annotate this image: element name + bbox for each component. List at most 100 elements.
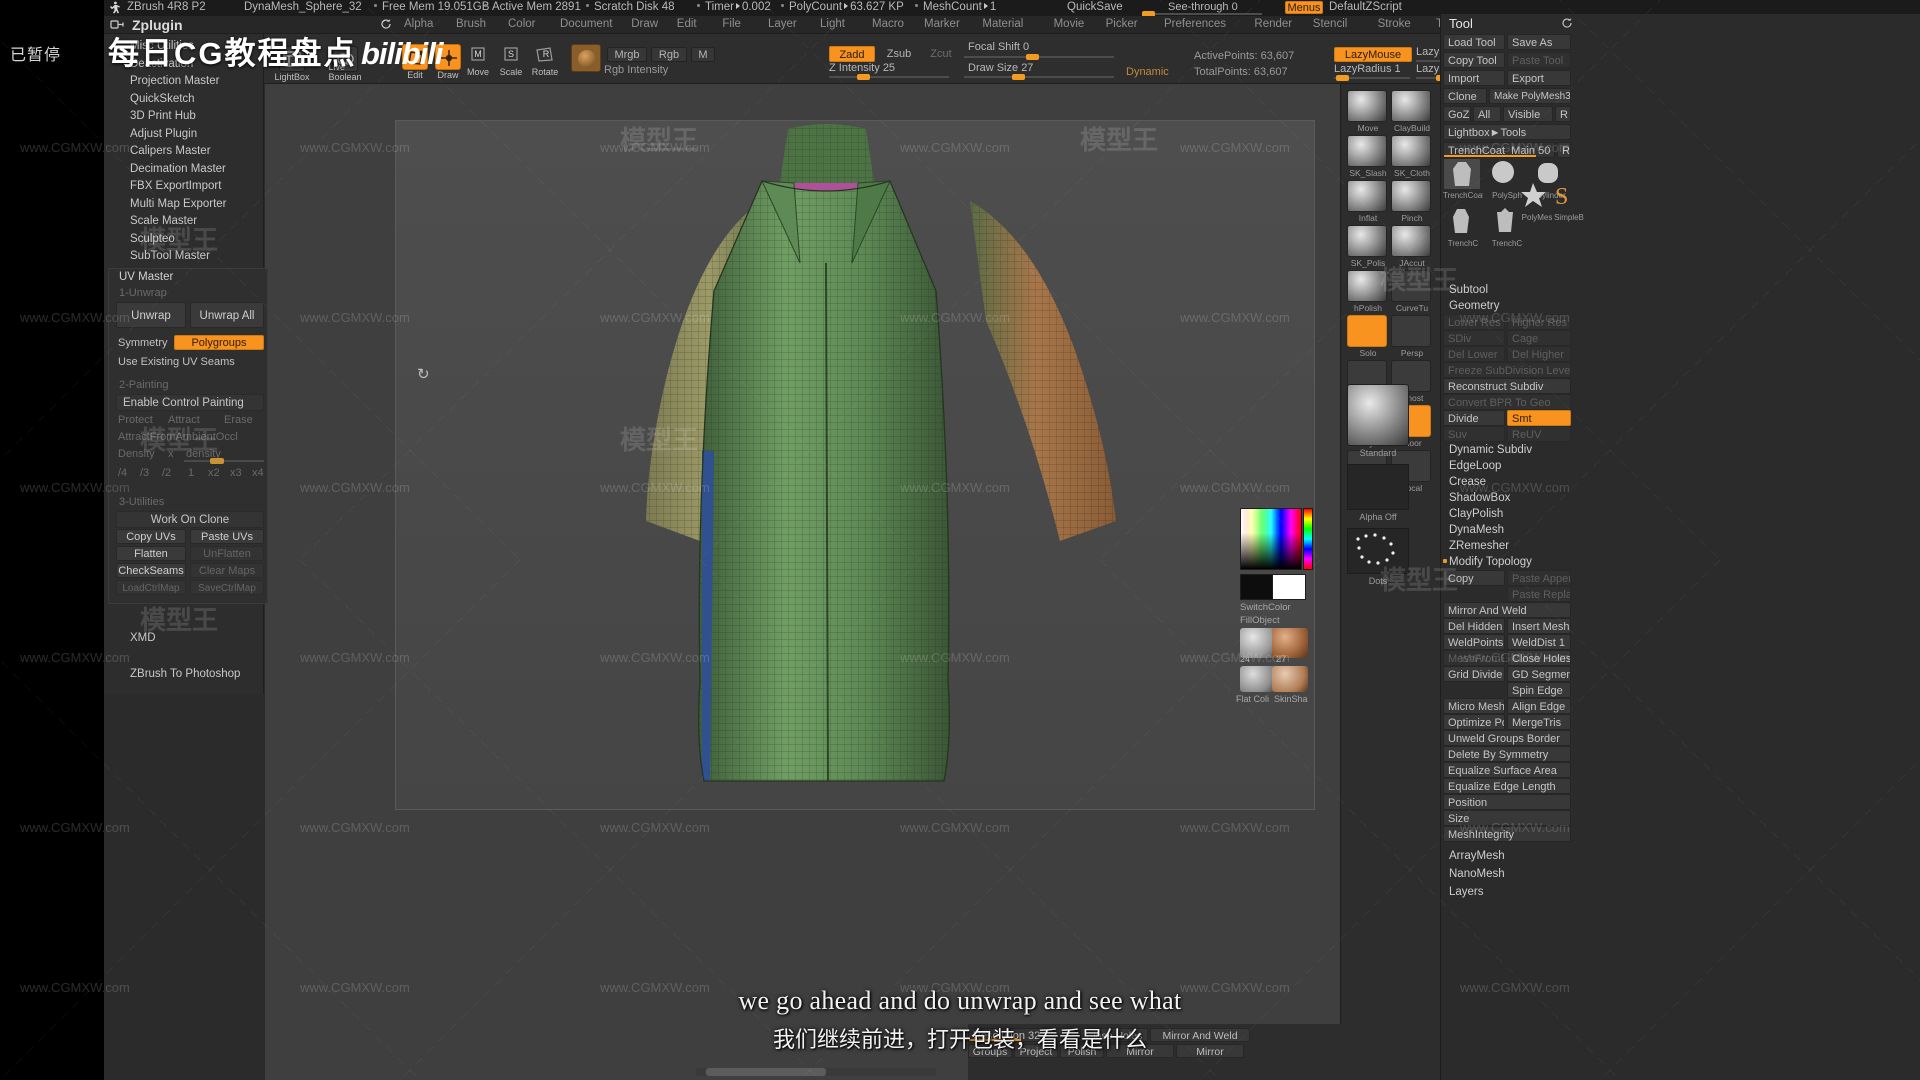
tool-section-zremesher[interactable]: ZRemesher xyxy=(1441,538,1576,554)
copy-uvs-button[interactable]: Copy UVs xyxy=(116,529,186,544)
tool-button-size[interactable]: Size xyxy=(1443,810,1571,826)
brush-cell-claybuild[interactable]: ClayBuild xyxy=(1391,90,1433,133)
unwrap-all-button[interactable]: Unwrap All xyxy=(190,302,264,328)
move-button[interactable]: M Move xyxy=(467,44,489,77)
sphere-icon[interactable] xyxy=(1391,180,1431,212)
work-on-clone-button[interactable]: Work On Clone xyxy=(116,511,264,528)
trenchcoat-thumb-icon[interactable] xyxy=(1443,158,1481,190)
menu-item-draw[interactable]: Draw xyxy=(631,18,658,30)
alpha-preview[interactable] xyxy=(1347,464,1409,510)
load-tool-button[interactable]: Load Tool xyxy=(1443,34,1505,50)
z-intensity-slider[interactable]: Z Intensity 25 xyxy=(829,62,949,80)
menu-item-color[interactable]: Color xyxy=(508,18,535,30)
zplugin-menu-title[interactable]: Zplugin xyxy=(110,16,183,34)
tool-button-copy[interactable]: Copy xyxy=(1443,570,1505,586)
menu-item-layer[interactable]: Layer xyxy=(768,18,797,30)
sculpt-canvas[interactable]: ↻ xyxy=(265,84,1340,1080)
tool-section-shadowbox[interactable]: ShadowBox xyxy=(1441,490,1576,506)
color-picker-square[interactable] xyxy=(1240,508,1302,570)
menu-item-picker[interactable]: Picker xyxy=(1106,18,1138,30)
make-polymesh3d-button[interactable]: Make PolyMesh3D xyxy=(1489,88,1571,104)
zadd-button[interactable]: Zadd xyxy=(829,46,875,62)
persp-icon[interactable] xyxy=(1391,315,1431,347)
lightbox-button[interactable]: LightBox xyxy=(274,46,310,82)
menu-item-render[interactable]: Render xyxy=(1254,18,1292,30)
zplugin-item-xmd[interactable]: XMD xyxy=(104,630,264,648)
zplugin-item-scale-master[interactable]: Scale Master xyxy=(104,213,263,231)
zplugin-item-calipers-master[interactable]: Calipers Master xyxy=(104,143,263,161)
menu-item-macro[interactable]: Macro xyxy=(872,18,904,30)
tool-section-edgeloop[interactable]: EdgeLoop xyxy=(1441,458,1576,474)
brush-cell-sk_cloth[interactable]: SK_Cloth xyxy=(1391,135,1433,178)
brush-cell-pinch[interactable]: Pinch xyxy=(1391,180,1433,223)
menu-item-stroke[interactable]: Stroke xyxy=(1378,18,1411,30)
menu-item-light[interactable]: Light xyxy=(820,18,845,30)
canvas-scrollbar[interactable] xyxy=(696,1068,936,1076)
tool-button-welddist-1[interactable]: WeldDist 1 xyxy=(1507,634,1571,650)
tool-button-micro-mesh[interactable]: Micro Mesh xyxy=(1443,698,1505,714)
document-viewport[interactable] xyxy=(395,120,1315,810)
solo-icon[interactable] xyxy=(1347,315,1387,347)
tool-button-mergetris[interactable]: MergeTris xyxy=(1507,714,1571,730)
lazy-radius-slider[interactable]: LazyRadius 1 xyxy=(1334,63,1410,81)
trenchcoat-b-thumb-icon[interactable] xyxy=(1443,206,1481,238)
menu-item-brush[interactable]: Brush xyxy=(456,18,486,30)
sphere-icon[interactable] xyxy=(1347,225,1387,257)
tool-button-mirror-and-weld[interactable]: Mirror And Weld xyxy=(1443,602,1571,618)
goz-r-button[interactable]: R xyxy=(1555,106,1571,122)
polygroups-button[interactable]: Polygroups xyxy=(174,335,264,350)
menu-item-document[interactable]: Document xyxy=(560,18,612,30)
lazy-mouse-button[interactable]: LazyMouse xyxy=(1334,47,1412,62)
sphere-icon[interactable] xyxy=(1391,90,1431,122)
flatten-button[interactable]: Flatten xyxy=(116,546,186,561)
tool-section-dynamesh[interactable]: DynaMesh xyxy=(1441,522,1576,538)
goz-all-button[interactable]: All xyxy=(1473,106,1501,122)
tool-button-optimize-points[interactable]: Optimize Points xyxy=(1443,714,1505,730)
sphere-icon[interactable] xyxy=(1347,135,1387,167)
z-intensity-knob[interactable] xyxy=(857,74,870,80)
menu-item-material[interactable]: Material xyxy=(982,18,1023,30)
material-preview-button[interactable] xyxy=(571,44,601,72)
tool-button-divide[interactable]: Divide xyxy=(1443,410,1505,426)
tool-palette-refresh-icon[interactable] xyxy=(1561,17,1573,32)
canvas-scrollbar-thumb[interactable] xyxy=(706,1068,826,1076)
live-boolean-button[interactable]: Live Boolean xyxy=(328,46,362,82)
tool-button-align-edge[interactable]: Align Edge xyxy=(1507,698,1571,714)
menu-item-preferences[interactable]: Preferences xyxy=(1164,18,1226,30)
tool-button-unweld-groups-border[interactable]: Unweld Groups Border xyxy=(1443,730,1571,746)
use-existing-uv-seams-label[interactable]: Use Existing UV Seams xyxy=(118,356,235,368)
zsub-button[interactable]: Zsub xyxy=(879,46,919,62)
zplugin-item-subtool-master[interactable]: SubTool Master xyxy=(104,248,263,266)
menu-item-file[interactable]: File xyxy=(722,18,741,30)
zplugin-item-misc-utilities[interactable]: Misc Utilities xyxy=(104,38,263,56)
enable-control-painting-button[interactable]: Enable Control Painting xyxy=(116,394,264,411)
tool-section-nanomesh[interactable]: NanoMesh xyxy=(1441,866,1576,882)
symmetry-label[interactable]: Symmetry xyxy=(118,337,168,349)
tool-section-claypolish[interactable]: ClayPolish xyxy=(1441,506,1576,522)
material-slot-d[interactable] xyxy=(1272,666,1308,692)
tool-section-arraymesh[interactable]: ArrayMesh xyxy=(1441,848,1576,864)
zplugin-item-zbrush-to-photoshop[interactable]: ZBrush To Photoshop xyxy=(104,666,264,684)
quicksave-button[interactable]: QuickSave xyxy=(1067,1,1123,13)
draw-size-knob[interactable] xyxy=(1012,74,1025,80)
rotate-gizmo-icon[interactable]: ↻ xyxy=(417,365,430,383)
default-zscript-label[interactable]: DefaultZScript xyxy=(1329,1,1402,13)
zplugin-item-multi-map-exporter[interactable]: Multi Map Exporter xyxy=(104,196,263,214)
rotate-button[interactable]: R Rotate xyxy=(532,44,558,77)
export-button[interactable]: Export xyxy=(1507,70,1571,86)
menu-item-alpha[interactable]: Alpha xyxy=(404,18,433,30)
tool-button-grid-divide[interactable]: Grid Divide xyxy=(1443,666,1505,682)
menu-item-marker[interactable]: Marker xyxy=(924,18,960,30)
lightbox-tools-button[interactable]: Lightbox►Tools xyxy=(1443,124,1571,140)
sphere-icon[interactable] xyxy=(1347,90,1387,122)
zplugin-item-decimation-master[interactable]: Decimation Master xyxy=(104,161,263,179)
zplugin-item-adjust-plugin[interactable]: Adjust Plugin xyxy=(104,126,263,144)
paste-uvs-button[interactable]: Paste UVs xyxy=(190,529,264,544)
tool-button-spin-edge[interactable]: Spin Edge xyxy=(1507,682,1571,698)
tool-button-weldpoints[interactable]: WeldPoints xyxy=(1443,634,1505,650)
refresh-icon[interactable] xyxy=(380,18,392,33)
menu-item-edit[interactable]: Edit xyxy=(677,18,697,30)
see-through-slider[interactable]: See-through 0 xyxy=(1142,1,1262,17)
unwrap-button[interactable]: Unwrap xyxy=(116,302,186,328)
brush-cell-hpolish[interactable]: hPolish xyxy=(1347,270,1389,313)
